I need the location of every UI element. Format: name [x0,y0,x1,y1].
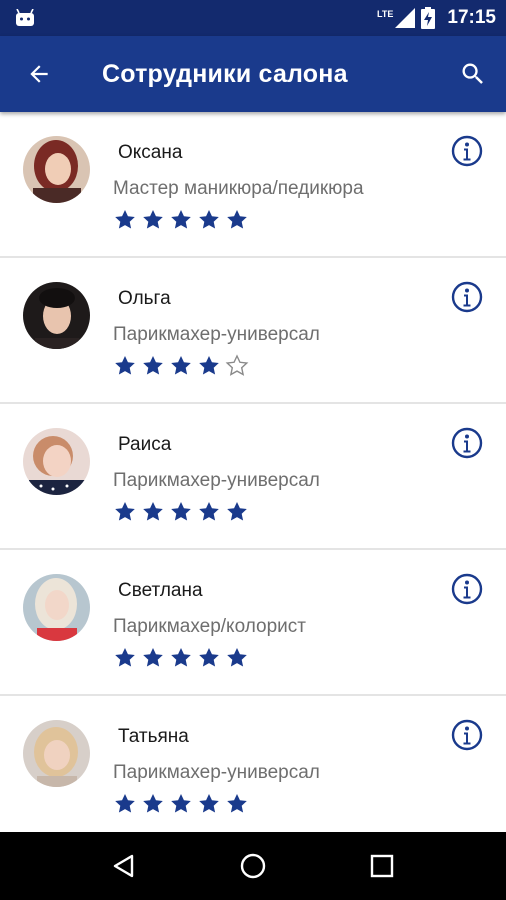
rating [113,646,249,670]
info-button[interactable] [450,280,484,314]
star-filled-icon [115,502,135,521]
staff-list-item[interactable]: Оксана Мастер маникюра/педикюра [0,112,506,258]
rating [113,354,249,378]
avatar-photo [23,574,90,641]
info-button[interactable] [450,572,484,606]
rating [113,500,249,524]
star-empty-icon [225,354,249,376]
staff-role: Парикмахер/колорист [113,616,306,637]
info-button[interactable] [450,134,484,168]
search-button[interactable] [440,36,506,112]
signal-icon [395,8,416,28]
info-button[interactable] [450,718,484,752]
info-icon [451,135,483,167]
arrow-back-icon [30,65,48,83]
page-title: Сотрудники салона [102,59,348,88]
search-icon [462,63,483,84]
info-icon [451,573,483,605]
staff-list-item[interactable]: Светлана Парикмахер/колорист [0,550,506,696]
star-filled-icon [171,648,191,667]
star-filled-icon [143,210,163,229]
star-filled-icon [115,794,135,813]
staff-name: Ольга [118,288,171,309]
nav-recents-icon [370,854,393,878]
star-filled-icon [227,648,247,667]
staff-list-item[interactable]: Ольга Парикмахер-универсал [0,258,506,404]
avatar-photo [23,720,90,787]
star-filled-icon [115,210,135,229]
rating [113,792,249,816]
network-type-label: LTE [377,9,394,19]
avatar [23,282,90,349]
star-filled-icon [227,210,247,229]
star-filled-icon [171,210,191,229]
back-button[interactable] [0,36,78,112]
avatar [23,574,90,641]
app-bar: Сотрудники салона [0,36,506,112]
info-button[interactable] [450,426,484,460]
rating [113,208,249,232]
status-time: 17:15 [447,7,496,28]
avatar-photo [23,136,90,203]
status-bar: LTE 17:15 [0,0,506,36]
star-filled-icon [115,648,135,667]
info-icon [451,427,483,459]
star-filled-icon [199,356,219,375]
nav-recents-button[interactable] [354,838,410,894]
avatar-photo [23,428,90,495]
star-filled-icon [143,502,163,521]
avatar [23,136,90,203]
avatar [23,720,90,787]
star-filled-icon [115,356,135,375]
avatar-photo [23,282,90,349]
staff-list-item[interactable]: Раиса Парикмахер-универсал [0,404,506,550]
star-filled-icon [227,794,247,813]
staff-name: Раиса [118,434,172,455]
star-filled-icon [143,356,163,375]
staff-role: Мастер маникюра/педикюра [113,178,364,199]
android-notification-icon [16,9,34,26]
star-filled-icon [199,648,219,667]
info-icon [451,719,483,751]
staff-list-item[interactable]: Татьяна Парикмахер-универсал [0,696,506,832]
star-filled-icon [199,502,219,521]
nav-back-button[interactable] [96,838,152,894]
staff-role: Парикмахер-универсал [113,324,320,345]
staff-list[interactable]: Оксана Мастер маникюра/педикюра Ольга Па… [0,112,506,832]
staff-role: Парикмахер-универсал [113,470,320,491]
battery-charging-icon [421,7,436,29]
star-filled-icon [227,502,247,521]
system-navigation-bar [0,832,506,900]
star-filled-icon [199,210,219,229]
staff-name: Татьяна [118,726,189,747]
nav-back-icon [114,854,134,878]
avatar [23,428,90,495]
info-icon [451,281,483,313]
nav-home-icon [240,853,266,879]
staff-name: Светлана [118,580,203,601]
staff-name: Оксана [118,142,183,163]
nav-home-button[interactable] [225,838,281,894]
star-filled-icon [171,356,191,375]
star-filled-icon [171,502,191,521]
star-filled-icon [171,794,191,813]
staff-role: Парикмахер-универсал [113,762,320,783]
star-filled-icon [199,794,219,813]
star-filled-icon [143,648,163,667]
star-filled-icon [143,794,163,813]
